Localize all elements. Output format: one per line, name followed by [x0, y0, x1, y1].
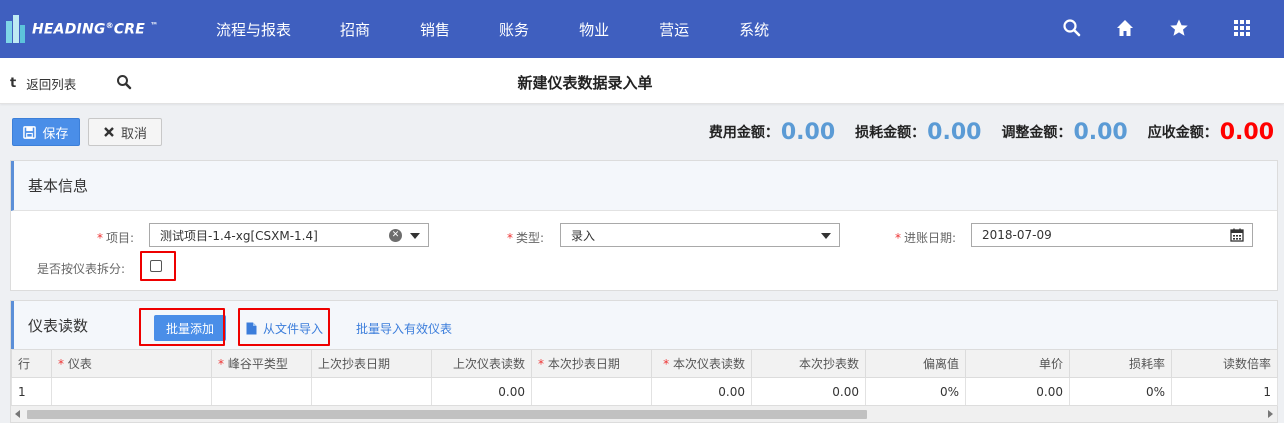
type-label: * 类型:: [507, 231, 545, 245]
col-header-peak-type[interactable]: * 峰谷平类型: [211, 349, 312, 378]
brand-name: HEADING®CRE ™: [32, 20, 159, 38]
loss-amount-label: 损耗金额: [855, 125, 912, 141]
cell-peak-type[interactable]: [211, 377, 312, 406]
nav-item-property[interactable]: 物业: [579, 19, 609, 40]
save-icon: [23, 125, 37, 139]
col-header-last-read-date[interactable]: 上次抄表日期: [311, 349, 432, 378]
col-header-current-read-date[interactable]: * 本次抄表日期: [531, 349, 652, 378]
col-header-loss-rate[interactable]: 损耗率: [1069, 349, 1172, 378]
scroll-left-icon[interactable]: [15, 410, 20, 418]
entry-date-value: 2018-07-09: [982, 228, 1052, 242]
basic-info-title: 基本信息: [11, 161, 1277, 211]
cell-row-no: 1: [11, 377, 52, 406]
top-navbar: HEADING®CRE ™ 流程与报表 招商 销售 账务 物业 营运 系统: [0, 0, 1284, 58]
chevron-down-icon: [410, 233, 420, 239]
split-by-meter-label: 是否按仪表拆分:: [37, 262, 126, 276]
nav-item-reports[interactable]: 流程与报表: [216, 19, 291, 40]
fee-amount-label: 费用金额: [708, 125, 765, 141]
cell-last-reading[interactable]: 0.00: [431, 377, 532, 406]
cell-current-read-date[interactable]: [531, 377, 652, 406]
cell-loss-rate: 0%: [1069, 377, 1172, 406]
close-icon: [103, 126, 115, 138]
entry-date-label: * 进账日期:: [895, 231, 957, 245]
col-header-last-reading[interactable]: 上次仪表读数: [431, 349, 532, 378]
col-header-multiplier[interactable]: 读数倍率: [1171, 349, 1278, 378]
cancel-button[interactable]: 取消: [88, 118, 162, 146]
project-select[interactable]: 测试项目-1.4-xg[CSXM-1.4] ✕: [149, 223, 429, 247]
col-header-current-usage[interactable]: 本次抄表数: [751, 349, 866, 378]
page-title: 新建仪表数据录入单: [517, 74, 653, 92]
col-header-deviation[interactable]: 偏离值: [865, 349, 966, 378]
chevron-down-icon: [821, 233, 831, 239]
cell-unit-price: 0.00: [965, 377, 1070, 406]
logo-mark-icon: [6, 15, 26, 43]
nav-item-accounts[interactable]: 账务: [499, 19, 529, 40]
nav-item-system[interactable]: 系统: [739, 19, 769, 40]
batch-import-valid-meters-link[interactable]: 批量导入有效仪表: [356, 320, 452, 337]
scrollbar-thumb[interactable]: [27, 410, 867, 419]
split-by-meter-checkbox[interactable]: [150, 260, 162, 272]
cell-meter[interactable]: [51, 377, 212, 406]
col-header-meter[interactable]: * 仪表: [51, 349, 212, 378]
clear-icon[interactable]: ✕: [389, 229, 402, 242]
receivable-amount-value: 0.00: [1219, 119, 1274, 145]
batch-add-button[interactable]: 批量添加: [154, 315, 226, 341]
type-value: 录入: [571, 228, 596, 243]
cell-deviation: 0%: [865, 377, 966, 406]
scroll-right-icon[interactable]: [1268, 410, 1273, 418]
amount-summary: 费用金额： 0.00 损耗金额： 0.00 调整金额： 0.00 应收金额： 0.00: [708, 119, 1274, 145]
fee-amount-value: 0.00: [780, 119, 836, 145]
file-icon: [246, 322, 257, 335]
cell-multiplier: 1: [1171, 377, 1278, 406]
page-subheader: t 返回列表 新建仪表数据录入单: [0, 58, 1284, 104]
apps-grid-icon[interactable]: [1232, 18, 1252, 38]
brand-logo[interactable]: HEADING®CRE ™: [6, 10, 158, 48]
meter-readings-header: 仪表读数 批量添加 从文件导入 批量导入有效仪表: [11, 301, 1277, 349]
receivable-amount-label: 应收金额: [1147, 125, 1204, 141]
save-label: 保存: [42, 126, 69, 142]
cell-current-usage: 0.00: [751, 377, 866, 406]
basic-info-panel: 基本信息 * 项目: 测试项目-1.4-xg[CSXM-1.4] ✕ * 类型: 录…: [10, 160, 1278, 291]
col-header-unit-price[interactable]: 单价: [965, 349, 1070, 378]
import-from-file-label: 从文件导入: [263, 322, 324, 336]
main-menu: 流程与报表 招商 销售 账务 物业 营运 系统: [216, 0, 769, 58]
cell-current-reading[interactable]: 0.00: [651, 377, 752, 406]
horizontal-scrollbar[interactable]: [11, 405, 1277, 422]
meter-readings-table: 行 * 仪表 * 峰谷平类型 上次抄表日期 上次仪表读数 * 本次抄表日期 * …: [11, 349, 1278, 406]
nav-item-sales[interactable]: 销售: [420, 19, 450, 40]
cancel-label: 取消: [120, 126, 147, 142]
project-value: 测试项目-1.4-xg[CSXM-1.4]: [160, 228, 318, 243]
cell-last-read-date[interactable]: [311, 377, 432, 406]
table-row[interactable]: 1 0.00 0.00 0.00 0% 0.00 0% 1: [11, 377, 1278, 406]
save-button[interactable]: 保存: [12, 118, 80, 146]
search-icon[interactable]: [1062, 18, 1082, 38]
import-from-file-link[interactable]: 从文件导入: [246, 320, 323, 337]
adjust-amount-label: 调整金额: [1001, 125, 1058, 141]
entry-date-input[interactable]: 2018-07-09: [971, 223, 1253, 247]
type-select[interactable]: 录入: [560, 223, 840, 247]
calendar-icon[interactable]: [1230, 228, 1244, 242]
star-icon[interactable]: [1169, 18, 1189, 38]
project-label: * 项目:: [97, 231, 135, 245]
table-header-row: 行 * 仪表 * 峰谷平类型 上次抄表日期 上次仪表读数 * 本次抄表日期 * …: [11, 349, 1278, 378]
meter-readings-panel: 仪表读数 批量添加 从文件导入 批量导入有效仪表 行 * 仪表 * 峰谷平类型 …: [10, 300, 1278, 423]
adjust-amount-value: 0.00: [1073, 119, 1128, 145]
col-header-current-reading[interactable]: * 本次仪表读数: [651, 349, 752, 378]
col-header-row-no: 行: [11, 349, 52, 378]
nav-item-operations[interactable]: 营运: [659, 19, 689, 40]
home-icon[interactable]: [1115, 18, 1135, 38]
nav-item-leasing[interactable]: 招商: [340, 19, 370, 40]
loss-amount-value: 0.00: [927, 119, 982, 145]
nav-icon-group: [1054, 0, 1284, 58]
meter-readings-title: 仪表读数: [28, 316, 89, 335]
